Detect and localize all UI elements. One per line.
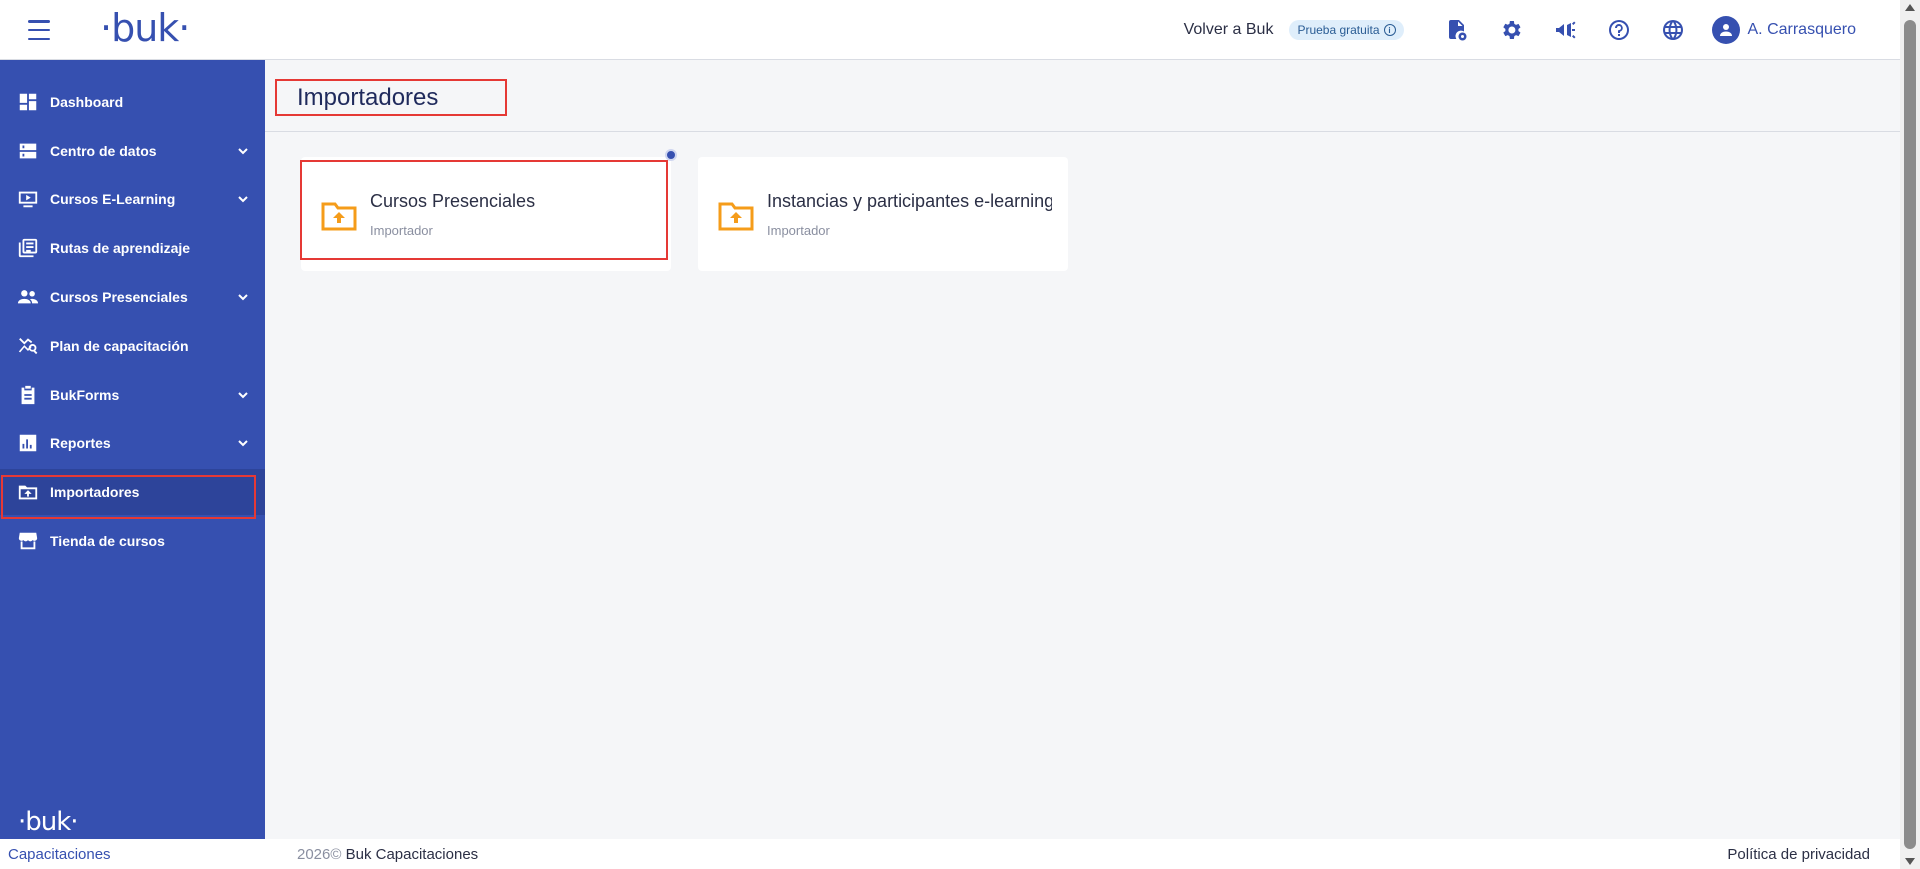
gear-icon[interactable] [1498, 17, 1524, 43]
top-bar: ·buk· Volver a Buk Prueba gratuita i A. … [0, 0, 1900, 60]
hamburger-menu-icon[interactable] [28, 20, 50, 40]
trial-badge-label: Prueba gratuita [1297, 23, 1380, 37]
sidebar-item-label: Reportes [50, 435, 111, 451]
dashboard-icon [17, 91, 39, 113]
highlight-box [1, 475, 256, 519]
privacy-policy-link[interactable]: Política de privacidad [1727, 846, 1870, 863]
back-to-buk-link[interactable]: Volver a Buk [1184, 21, 1274, 39]
document-gear-icon[interactable] [1444, 17, 1470, 43]
footer-year: 2026© [297, 845, 342, 863]
trial-badge[interactable]: Prueba gratuita i [1289, 20, 1404, 40]
sidebar-item-label: Cursos E-Learning [50, 191, 176, 207]
page-header: Importadores [265, 60, 1900, 132]
sidebar-item-bukforms[interactable]: BukForms [0, 372, 265, 418]
sidebar: Dashboard Centro de datos Cursos E-Learn… [0, 60, 265, 839]
people-icon [17, 286, 39, 308]
footer: Capacitaciones 2026© Buk Capacitaciones … [0, 839, 1900, 869]
user-menu[interactable]: A. Carrasquero [1711, 16, 1857, 44]
footer-copyright: 2026© Buk Capacitaciones [297, 846, 478, 863]
sidebar-item-label: Dashboard [50, 94, 124, 110]
chevron-down-icon [237, 436, 249, 448]
user-name: A. Carrasquero [1747, 21, 1857, 38]
sidebar-item-label: Rutas de aprendizaje [50, 240, 191, 256]
library-icon [17, 237, 39, 259]
monitor-play-icon [17, 188, 39, 210]
sidebar-item-label: Cursos Presenciales [50, 289, 188, 305]
sidebar-item-label: Centro de datos [50, 143, 157, 159]
title-highlight-box [275, 79, 507, 116]
sidebar-item-centro-de-datos[interactable]: Centro de datos [0, 128, 265, 174]
sidebar-item-label: BukForms [50, 387, 120, 403]
sidebar-item-plan-de-capacitacion[interactable]: Plan de capacitación [0, 323, 265, 369]
sidebar-item-cursos-e-learning[interactable]: Cursos E-Learning [0, 176, 265, 222]
bar-chart-icon [17, 432, 39, 454]
chevron-down-icon [237, 144, 249, 156]
scroll-down-arrow-icon[interactable] [1905, 858, 1915, 865]
chart-search-icon [17, 335, 39, 357]
megaphone-icon[interactable] [1552, 17, 1578, 43]
sidebar-item-reportes[interactable]: Reportes [0, 420, 265, 466]
store-icon [17, 530, 39, 552]
globe-icon[interactable] [1660, 17, 1686, 43]
help-icon[interactable] [1606, 17, 1632, 43]
top-right-actions: Volver a Buk Prueba gratuita i A. Carras… [1184, 0, 1900, 60]
card-title: Instancias y participantes e-learning [767, 191, 1052, 211]
clipboard-icon [17, 384, 39, 406]
info-icon: i [1383, 24, 1396, 36]
scroll-up-arrow-icon[interactable] [1905, 4, 1915, 11]
user-avatar-icon [1711, 16, 1740, 44]
sidebar-item-tienda-de-cursos[interactable]: Tienda de cursos [0, 518, 265, 564]
sidebar-item-cursos-presenciales[interactable]: Cursos Presenciales [0, 274, 265, 320]
footer-company: Buk Capacitaciones [345, 845, 479, 863]
server-icon [17, 140, 39, 162]
card-highlight-box [300, 160, 668, 260]
card-subtitle: Importador [767, 223, 830, 238]
scrollbar-thumb[interactable] [1904, 20, 1916, 849]
sidebar-item-dashboard[interactable]: Dashboard [0, 79, 265, 125]
chevron-down-icon [237, 388, 249, 400]
chevron-down-icon [237, 290, 249, 302]
pointer-dot [665, 149, 677, 161]
scrollbar[interactable] [1900, 0, 1920, 869]
sidebar-item-rutas-de-aprendizaje[interactable]: Rutas de aprendizaje [0, 225, 265, 271]
buk-logo[interactable]: ·buk· [100, 6, 190, 50]
chevron-down-icon [237, 192, 249, 204]
folder-upload-icon [718, 202, 754, 231]
footer-app-name: Capacitaciones [8, 845, 111, 863]
importer-card-instancias-participantes[interactable]: Instancias y participantes e-learning Im… [698, 157, 1068, 271]
sidebar-item-label: Plan de capacitación [50, 338, 189, 354]
sidebar-item-label: Tienda de cursos [50, 533, 165, 549]
sidebar-buk-logo: ·buk· [18, 807, 79, 837]
